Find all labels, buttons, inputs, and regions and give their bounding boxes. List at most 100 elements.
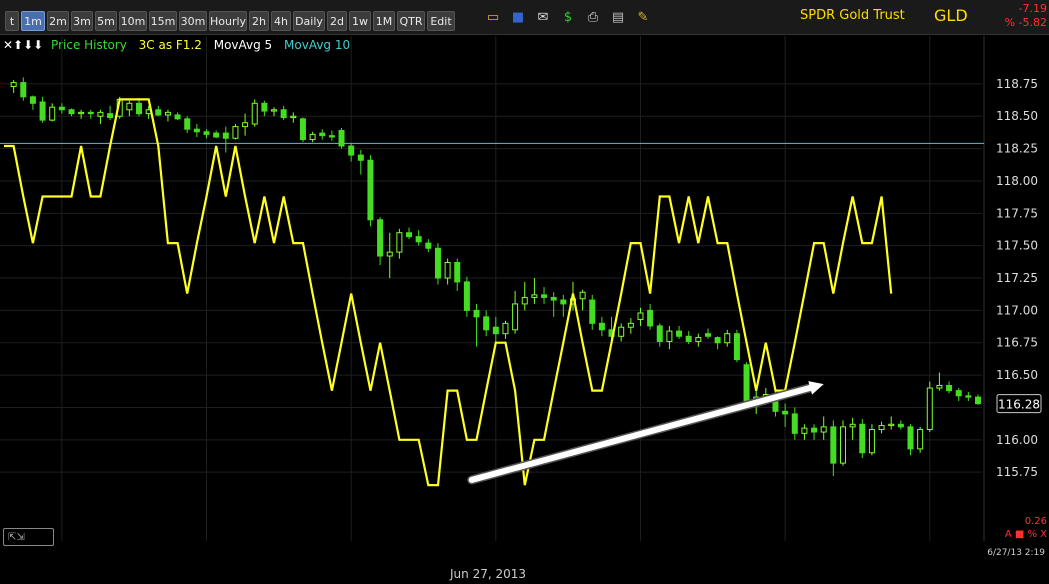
timeframe-t-button[interactable]: t	[5, 11, 19, 31]
candle-body	[811, 427, 818, 433]
candle-body	[68, 109, 75, 115]
candle-body	[868, 428, 875, 454]
timeframe-hourly-button[interactable]: Hourly	[209, 11, 247, 31]
annotation-arrow-head	[808, 381, 824, 395]
candle-body	[338, 129, 345, 147]
dollar-icon[interactable]: $	[559, 9, 577, 27]
y-tick-label: 116.50	[996, 368, 1038, 382]
candle-body	[357, 154, 364, 161]
candle-body	[888, 423, 895, 427]
candle-body	[454, 261, 461, 283]
price-change: -7.19	[1018, 2, 1047, 15]
timeframe-5m-button[interactable]: 5m	[95, 11, 117, 31]
date-label: Jun 27, 2013	[450, 567, 527, 581]
candle-body	[830, 426, 837, 464]
timeframe-1w-button[interactable]: 1w	[349, 11, 371, 31]
timeframe-daily-button[interactable]: Daily	[293, 11, 325, 31]
y-tick-label: 117.00	[996, 303, 1038, 317]
candle-body	[965, 395, 972, 398]
symbol-ticker: GLD	[934, 6, 968, 25]
zoom-toggle-button[interactable]: ⇱⇲	[3, 528, 54, 546]
candle-body	[859, 423, 866, 454]
candle-body	[386, 251, 393, 257]
candle-body	[232, 126, 239, 139]
candle-body	[743, 364, 750, 407]
y-tick-label: 115.75	[996, 465, 1038, 479]
candle-body	[656, 325, 663, 342]
candle-body	[666, 330, 673, 342]
candle-body	[444, 261, 451, 279]
candle-body	[473, 309, 480, 318]
oscillator-value: 0.26	[1024, 516, 1047, 527]
timeframe-4h-button[interactable]: 4h	[271, 11, 291, 31]
timeframe-2h-button[interactable]: 2h	[249, 11, 269, 31]
candle-body	[801, 427, 808, 434]
y-tick-label: 116.00	[996, 433, 1038, 447]
candle-body	[78, 111, 85, 115]
timeframe-1m-button[interactable]: 1m	[21, 11, 45, 31]
candle-body	[589, 299, 596, 324]
candle-body	[39, 101, 46, 121]
candle-body	[907, 426, 914, 450]
candle-body	[598, 322, 605, 331]
candle-body	[174, 114, 181, 120]
candle-body	[579, 291, 586, 300]
candle-body	[820, 426, 827, 433]
candle-body	[261, 102, 268, 112]
candle-body	[878, 425, 885, 430]
keyboard-icon[interactable]: ▤	[609, 9, 627, 27]
candle-body	[396, 232, 403, 253]
candle-body	[20, 82, 27, 98]
candle-body	[107, 113, 114, 119]
candle-body	[521, 296, 528, 305]
candle-body	[406, 232, 413, 238]
timeframe-30m-button[interactable]: 30m	[179, 11, 207, 31]
timeframe-10m-button[interactable]: 10m	[119, 11, 147, 31]
y-tick-label: 118.75	[996, 77, 1038, 91]
oscillator-controls[interactable]: A ■ % X	[1005, 529, 1047, 540]
candle-body	[184, 118, 191, 130]
candle-body	[955, 390, 962, 397]
last-price-label: 116.28	[998, 398, 1040, 412]
timeframe-1m-button[interactable]: 1M	[373, 11, 395, 31]
candle-body	[136, 102, 143, 115]
symbol-name: SPDR Gold Trust	[800, 8, 905, 23]
candle-body	[685, 335, 692, 342]
y-tick-label: 117.50	[996, 239, 1038, 253]
timeframe-qtr-button[interactable]: QTR	[397, 11, 425, 31]
candle-body	[348, 145, 355, 156]
candle-body	[791, 413, 798, 434]
timeframe-15m-button[interactable]: 15m	[149, 11, 177, 31]
folder-icon[interactable]: ▭	[484, 9, 502, 27]
candle-body	[309, 133, 316, 141]
candle-body	[782, 410, 789, 415]
timeframe-3m-button[interactable]: 3m	[71, 11, 93, 31]
price-chart[interactable]: 115.75116.00116.25116.50116.75117.00117.…	[0, 36, 1049, 546]
candle-body	[676, 330, 683, 337]
candle-body	[492, 326, 499, 335]
candle-body	[299, 118, 306, 141]
candle-body	[483, 316, 490, 331]
timeframe-2d-button[interactable]: 2d	[327, 11, 347, 31]
candle-body	[222, 132, 229, 139]
pencil-icon[interactable]: ✎	[634, 9, 652, 27]
candle-body	[724, 333, 731, 344]
timeframe-edit-button[interactable]: Edit	[427, 11, 455, 31]
candle-body	[415, 236, 422, 243]
mail-icon[interactable]: ✉	[534, 9, 552, 27]
candle-body	[541, 294, 548, 298]
timeframe-2m-button[interactable]: 2m	[47, 11, 69, 31]
candle-body	[377, 219, 384, 257]
print-icon[interactable]: ⎙	[584, 9, 602, 27]
y-tick-label: 117.75	[996, 206, 1038, 220]
candle-body	[193, 128, 200, 133]
candle-body	[87, 111, 94, 115]
candle-body	[164, 111, 171, 116]
candle-body	[849, 423, 856, 428]
candle-body	[10, 82, 17, 87]
candle-body	[155, 109, 162, 116]
timestamp: 6/27/13 2:19	[987, 548, 1045, 558]
candle-body	[647, 309, 654, 327]
candle-body	[280, 109, 287, 119]
save-icon[interactable]: ■	[509, 9, 527, 27]
